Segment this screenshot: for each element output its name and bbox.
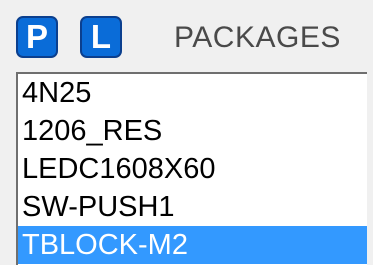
l-button[interactable]: L — [80, 16, 122, 58]
list-item[interactable]: 4N25 — [18, 74, 367, 112]
list-item[interactable]: 1206_RES — [18, 112, 367, 150]
p-button[interactable]: P — [16, 16, 58, 58]
packages-list[interactable]: 4N25 1206_RES LEDC1608X60 SW-PUSH1 TBLOC… — [16, 72, 367, 265]
panel-title: PACKAGES — [174, 21, 341, 54]
list-item[interactable]: TBLOCK-M2 — [18, 226, 367, 264]
packages-panel: P L PACKAGES 4N25 1206_RES LEDC1608X60 S… — [0, 0, 373, 265]
list-item[interactable]: SW-PUSH1 — [18, 188, 367, 226]
list-item[interactable]: LEDC1608X60 — [18, 150, 367, 188]
panel-header: P L PACKAGES — [0, 0, 373, 72]
